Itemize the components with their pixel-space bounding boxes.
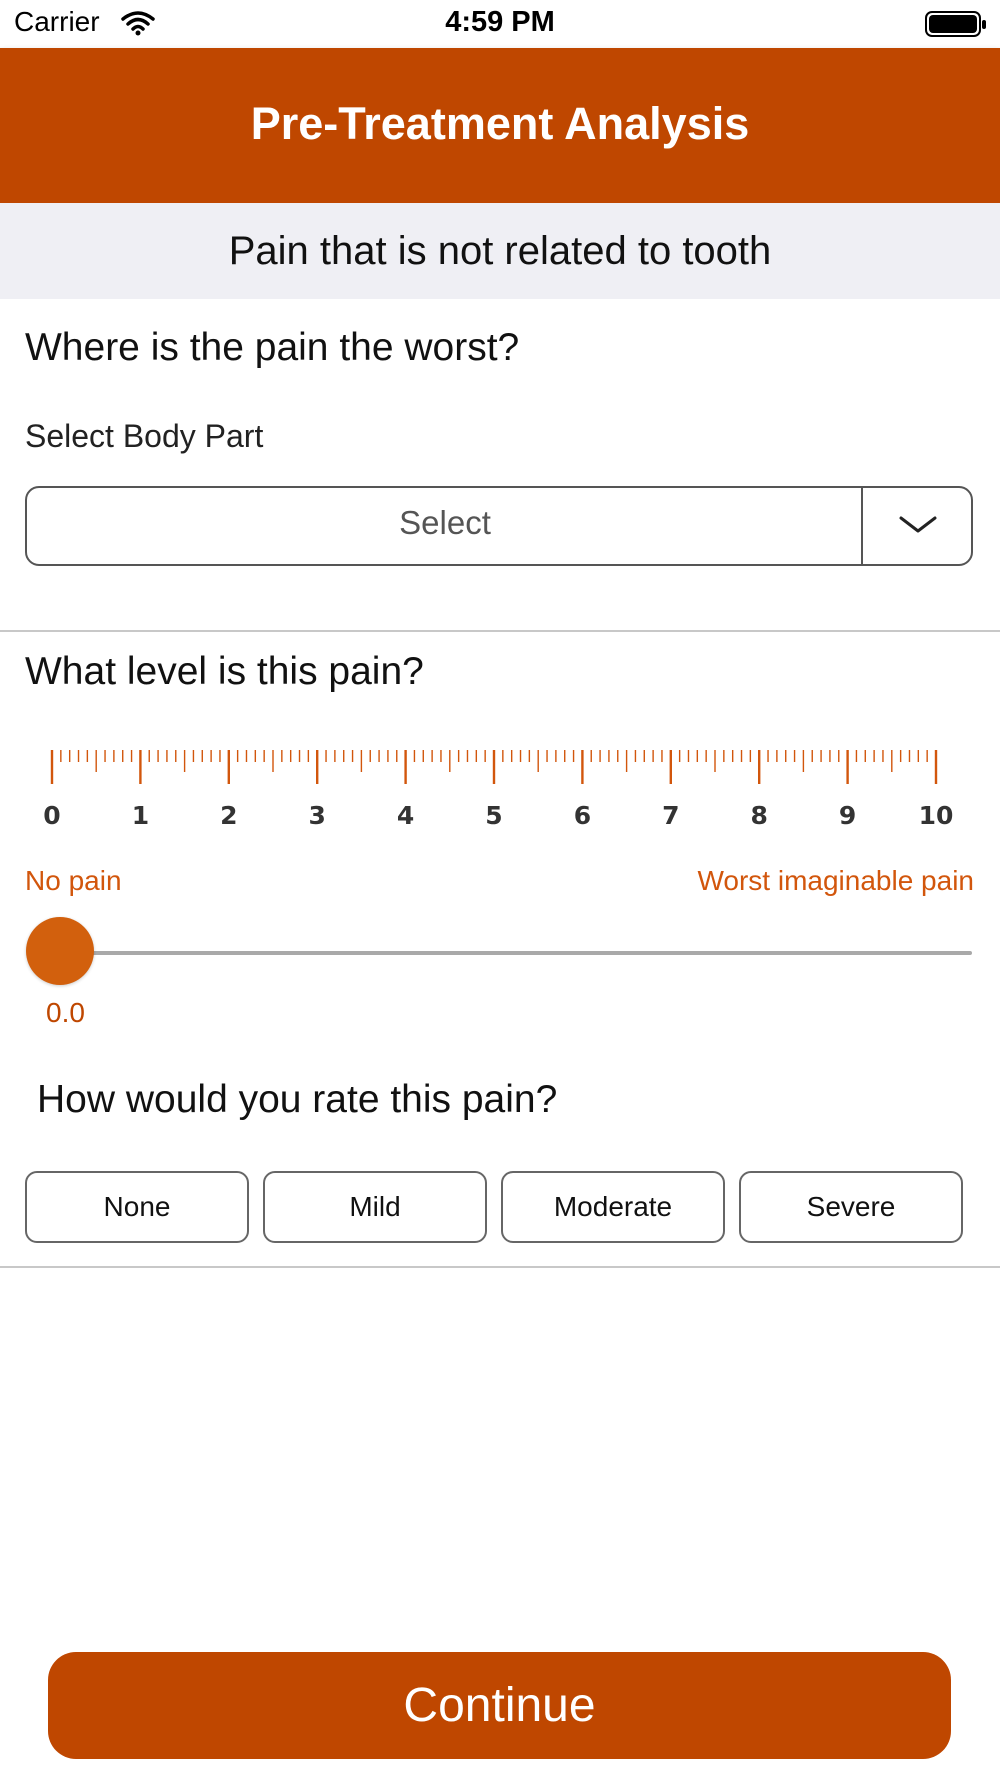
rating-options: None Mild Moderate Severe: [25, 1171, 965, 1243]
min-scale-label: No pain: [25, 865, 122, 896]
ruler-tick-label: 7: [662, 801, 679, 830]
section-title: Pain that is not related to tooth: [228, 229, 772, 273]
max-scale-label: Worst imaginable pain: [697, 865, 974, 896]
app-header: Pre-Treatment Analysis: [0, 48, 1000, 203]
page-title: Pre-Treatment Analysis: [250, 98, 750, 149]
section-divider: [0, 630, 1000, 632]
continue-button[interactable]: Continue: [48, 1652, 951, 1759]
body-part-select[interactable]: Select: [25, 486, 973, 566]
pain-ruler: 0 1 2 3 4 5 6 7 8 9 10: [0, 740, 1000, 830]
ruler-tick-label: 0: [43, 801, 60, 830]
slider-track[interactable]: [62, 951, 972, 955]
ruler-tick-label: 4: [397, 801, 414, 830]
ruler-tick-label: 3: [308, 801, 325, 830]
status-time: 4:59 PM: [445, 6, 555, 38]
battery-icon: [925, 11, 989, 44]
slider-thumb[interactable]: [26, 917, 94, 985]
section-divider: [0, 1266, 1000, 1268]
ruler-tick-label: 2: [220, 801, 237, 830]
ruler-tick-label: 10: [919, 801, 954, 830]
ruler-tick-label: 8: [750, 801, 767, 830]
chevron-down-icon[interactable]: [897, 512, 939, 543]
body-part-select-value: Select: [399, 504, 491, 541]
ruler-tick-label: 9: [839, 801, 856, 830]
rating-moderate-button[interactable]: Moderate: [501, 1171, 725, 1243]
body-part-label: Select Body Part: [25, 418, 264, 454]
section-banner: Pain that is not related to tooth: [0, 203, 1000, 299]
status-bar: Carrier 4:59 PM: [0, 0, 1000, 48]
rating-mild-button[interactable]: Mild: [263, 1171, 487, 1243]
level-question: What level is this pain?: [25, 650, 424, 693]
ruler-tick-label: 6: [574, 801, 591, 830]
slider-value: 0.0: [46, 997, 85, 1028]
rating-question: How would you rate this pain?: [37, 1078, 558, 1121]
rating-none-button[interactable]: None: [25, 1171, 249, 1243]
ruler-tick-label: 1: [132, 801, 149, 830]
ruler-tick-label: 5: [485, 801, 502, 830]
select-divider: [861, 488, 863, 564]
location-question: Where is the pain the worst?: [25, 326, 520, 369]
rating-severe-button[interactable]: Severe: [739, 1171, 963, 1243]
